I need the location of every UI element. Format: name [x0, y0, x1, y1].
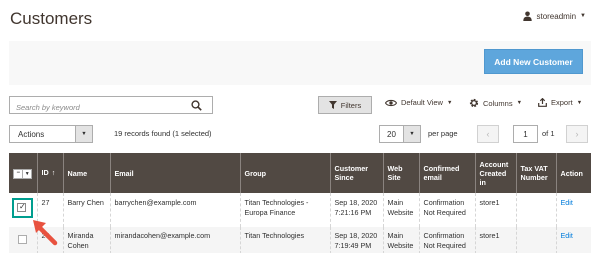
filter-icon [328, 101, 337, 109]
export-icon [538, 98, 547, 107]
per-page-label: per page [428, 129, 458, 138]
add-new-customer-button[interactable]: Add New Customer [484, 49, 583, 74]
cell-web-site: Main Website [383, 193, 420, 227]
cell-customer-since: Sep 18, 2020 7:21:16 PM [330, 193, 384, 227]
arrow-annotation-icon [33, 220, 58, 246]
user-menu[interactable]: storeadmin ▼ [523, 11, 586, 21]
column-header-web-site[interactable]: Web Site [383, 153, 420, 193]
caret-down-icon: ▼ [516, 100, 523, 106]
page-number-input[interactable] [513, 125, 538, 143]
records-count: 19 records found (1 selected) [114, 129, 212, 138]
column-label: ID [41, 167, 49, 177]
mass-select-header: − ▼ [9, 153, 38, 193]
page-title: Customers [10, 9, 93, 28]
filters-button[interactable]: Filters [318, 96, 372, 114]
export-dropdown[interactable]: Export ▼ [538, 98, 582, 107]
cell-group: Titan Technologies [240, 227, 331, 253]
export-label: Export [551, 98, 573, 107]
eye-icon [385, 99, 397, 106]
view-dropdown[interactable]: Default View ▼ [385, 98, 452, 107]
column-header-customer-since[interactable]: Customer Since [330, 153, 384, 193]
page-actions-bar: Add New Customer [9, 41, 591, 85]
cell-web-site: Main Website [383, 227, 420, 253]
search-box [9, 96, 213, 116]
filters-label: Filters [340, 100, 362, 110]
caret-down-icon: ▼ [576, 99, 583, 106]
column-header-account-created-in[interactable]: Account Created in [475, 153, 517, 193]
search-icon[interactable] [191, 100, 202, 111]
column-header-confirmed-email[interactable]: Confirmed email [419, 153, 476, 193]
user-icon [523, 11, 533, 21]
column-header-name[interactable]: Name [63, 153, 111, 193]
cell-tax-vat [516, 227, 557, 253]
view-label: Default View [401, 98, 443, 107]
next-page-button[interactable]: › [566, 125, 588, 143]
gear-icon [469, 98, 479, 108]
cell-email: barrychen@example.com [110, 193, 241, 227]
table-row: ✓ 27 Barry Chen barrychen@example.com Ti… [9, 193, 591, 227]
cell-confirmed-email: Confirmation Not Required [419, 227, 476, 253]
cell-confirmed-email: Confirmation Not Required [419, 193, 476, 227]
cell-name: Miranda Cohen [63, 227, 111, 253]
columns-label: Columns [483, 98, 513, 108]
previous-page-button[interactable]: ‹ [477, 125, 499, 143]
caret-down-icon: ▼ [446, 99, 453, 106]
caret-down-icon[interactable]: ▼ [403, 126, 420, 142]
row-checkbox[interactable]: ✓ [17, 202, 26, 212]
checkbox-highlight: ✓ [12, 198, 33, 218]
cell-tax-vat [516, 193, 557, 227]
column-header-action: Action [556, 153, 591, 193]
actions-label: Actions [18, 130, 45, 139]
cell-customer-since: Sep 18, 2020 7:19:49 PM [330, 227, 384, 253]
caret-down-icon: ▼ [24, 170, 30, 177]
column-header-tax-vat[interactable]: Tax VAT Number [516, 153, 557, 193]
column-header-email[interactable]: Email [110, 153, 241, 193]
cell-account-created-in: store1 [475, 227, 517, 253]
cell-action: Edit [556, 193, 591, 227]
cell-action: Edit [556, 227, 591, 253]
page-total: of 1 [542, 129, 555, 138]
mass-select-control[interactable]: − ▼ [13, 168, 33, 179]
cell-name: Barry Chen [63, 193, 111, 227]
caret-down-icon[interactable]: ▼ [75, 126, 92, 142]
caret-down-icon: ▼ [580, 13, 586, 19]
per-page-select[interactable]: 20 ▼ [379, 125, 421, 143]
column-header-id[interactable]: ID ↑ [37, 153, 64, 193]
actions-select[interactable]: Actions ▼ [9, 125, 93, 143]
columns-dropdown[interactable]: Columns ▼ [469, 98, 522, 108]
minus-icon: − [14, 169, 24, 178]
user-name: storeadmin [536, 11, 577, 21]
grid-header-row: − ▼ ID ↑ Name Email Group Customer Since … [9, 153, 591, 193]
table-row: 26 Miranda Cohen mirandacohen@example.co… [9, 227, 591, 253]
sort-arrow-icon: ↑ [51, 169, 56, 177]
search-input[interactable] [10, 99, 188, 116]
check-icon: ✓ [19, 202, 26, 211]
customers-grid: − ▼ ID ↑ Name Email Group Customer Since … [9, 153, 591, 253]
cell-group: Titan Technologies - Europa Finance [240, 193, 331, 227]
cell-account-created-in: store1 [475, 193, 517, 227]
row-checkbox[interactable] [18, 235, 27, 244]
column-header-group[interactable]: Group [240, 153, 331, 193]
per-page-value: 20 [387, 130, 396, 139]
cell-email: mirandacohen@example.com [110, 227, 241, 253]
edit-link[interactable]: Edit [561, 231, 573, 240]
edit-link[interactable]: Edit [561, 198, 573, 207]
